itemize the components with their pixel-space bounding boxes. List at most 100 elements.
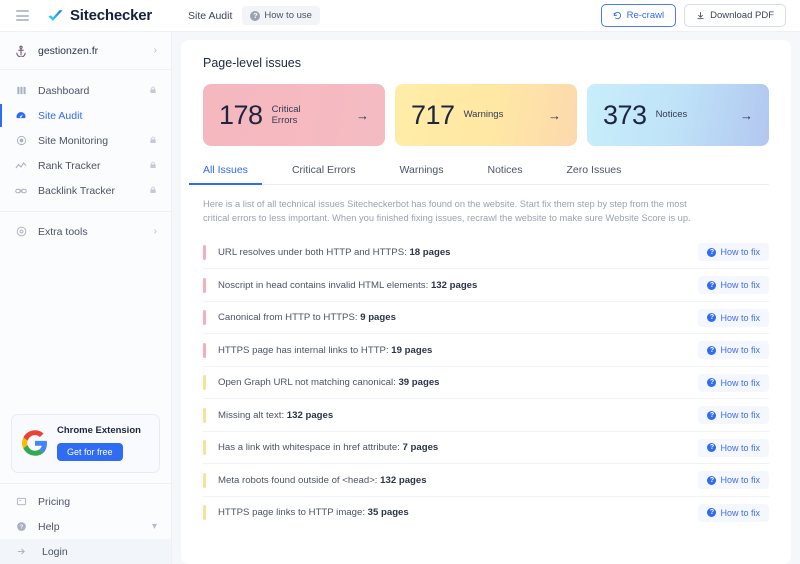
dashboard-icon bbox=[14, 85, 28, 96]
promo-body: Chrome Extension Get for free bbox=[57, 425, 141, 461]
table-row[interactable]: URL resolves under both HTTP and HTTPS: … bbox=[203, 236, 769, 269]
table-row[interactable]: Open Graph URL not matching canonical: 3… bbox=[203, 365, 769, 399]
lock-icon bbox=[149, 86, 157, 96]
recrawl-button[interactable]: Re-crawl bbox=[600, 4, 677, 27]
issue-tabs: All Issues Critical Errors Warnings Noti… bbox=[189, 164, 769, 185]
how-to-fix-button[interactable]: ? How to fix bbox=[698, 438, 769, 457]
sidebar-site-selector[interactable]: gestionzen.fr › bbox=[0, 32, 171, 70]
question-icon: ? bbox=[707, 443, 717, 453]
issue-title-text: HTTPS page has internal links to HTTP: bbox=[218, 344, 389, 356]
issue-count: 19 pages bbox=[391, 344, 433, 356]
issue-title: Missing alt text: 132 pages bbox=[218, 410, 333, 421]
nav-link-site-audit[interactable]: Site Audit bbox=[188, 10, 232, 22]
sidebar-item-label: Extra tools bbox=[38, 225, 88, 238]
how-to-fix-button[interactable]: ? How to fix bbox=[698, 471, 769, 490]
sidebar: gestionzen.fr › Dashboard Site Audit Sit… bbox=[0, 32, 172, 564]
question-icon: ? bbox=[707, 475, 717, 485]
issue-title-text: Meta robots found outside of <head>: bbox=[218, 474, 378, 486]
sidebar-footer: Pricing ? Help ▾ Login bbox=[0, 483, 171, 564]
sidebar-item-help[interactable]: ? Help ▾ bbox=[0, 514, 171, 539]
question-icon: ? bbox=[707, 247, 717, 257]
arrow-right-icon: → bbox=[548, 107, 561, 123]
get-for-free-button[interactable]: Get for free bbox=[57, 443, 123, 461]
tab-zero-issues[interactable]: Zero Issues bbox=[567, 164, 622, 184]
table-row[interactable]: Noscript in head contains invalid HTML e… bbox=[203, 268, 769, 301]
pricing-icon bbox=[14, 496, 28, 507]
top-bar-actions: Re-crawl Download PDF bbox=[600, 4, 786, 27]
how-to-fix-button[interactable]: ? How to fix bbox=[698, 373, 769, 392]
issue-count: 132 pages bbox=[430, 279, 478, 291]
how-to-fix-label: How to fix bbox=[720, 410, 760, 421]
severity-marker-icon bbox=[203, 440, 206, 456]
how-to-fix-button[interactable]: ? How to fix bbox=[698, 341, 769, 360]
google-logo-icon bbox=[22, 430, 47, 456]
tab-warnings[interactable]: Warnings bbox=[400, 164, 444, 184]
severity-marker-icon bbox=[203, 244, 206, 260]
issue-title-text: Open Graph URL not matching canonical: bbox=[218, 377, 396, 389]
issue-title: Canonical from HTTP to HTTPS: 9 pages bbox=[218, 312, 396, 323]
how-to-fix-button[interactable]: ? How to fix bbox=[698, 308, 769, 327]
top-bar: Sitechecker Site Audit ? How to use Re-c… bbox=[0, 0, 800, 32]
how-to-fix-label: How to fix bbox=[720, 475, 760, 486]
chevron-right-icon: › bbox=[153, 45, 157, 56]
issues-panel: Page-level issues 178 Critical Errors → … bbox=[181, 40, 791, 564]
how-to-use-button[interactable]: ? How to use bbox=[242, 6, 320, 25]
hamburger-icon[interactable] bbox=[16, 10, 29, 21]
arrow-right-icon: → bbox=[740, 107, 753, 123]
sidebar-item-backlink-tracker[interactable]: Backlink Tracker bbox=[0, 178, 171, 203]
issue-title: Open Graph URL not matching canonical: 3… bbox=[218, 377, 440, 388]
how-to-fix-button[interactable]: ? How to fix bbox=[698, 406, 769, 425]
card-number: 373 bbox=[603, 99, 647, 130]
backlink-tracker-icon bbox=[14, 185, 28, 197]
tab-notices[interactable]: Notices bbox=[488, 164, 523, 184]
severity-marker-icon bbox=[203, 375, 206, 391]
site-audit-icon bbox=[14, 110, 28, 122]
download-icon bbox=[697, 12, 704, 20]
how-to-fix-button[interactable]: ? How to fix bbox=[698, 276, 769, 295]
question-icon: ? bbox=[707, 345, 717, 355]
sidebar-site-name: gestionzen.fr bbox=[38, 44, 99, 57]
sidebar-extra-group: Extra tools › bbox=[0, 212, 171, 244]
how-to-fix-label: How to fix bbox=[720, 507, 760, 518]
issue-count: 35 pages bbox=[367, 507, 409, 519]
table-row[interactable]: Canonical from HTTP to HTTPS: 9 pages ? H… bbox=[203, 300, 769, 334]
table-row[interactable]: Meta robots found outside of <head>: 132… bbox=[203, 463, 769, 496]
rank-tracker-icon bbox=[14, 160, 28, 172]
how-to-fix-button[interactable]: ? How to fix bbox=[698, 503, 769, 522]
how-to-fix-button[interactable]: ? How to fix bbox=[698, 243, 769, 262]
download-pdf-button[interactable]: Download PDF bbox=[684, 4, 786, 27]
table-row[interactable]: HTTPS page links to HTTP image: 35 pages… bbox=[203, 495, 769, 529]
summary-card-warnings[interactable]: 717 Warnings → bbox=[395, 84, 577, 146]
sidebar-item-site-audit[interactable]: Site Audit bbox=[0, 103, 171, 128]
tab-critical-errors[interactable]: Critical Errors bbox=[292, 164, 356, 184]
extra-tools-icon bbox=[14, 226, 28, 237]
issue-title-text: URL resolves under both HTTP and HTTPS: bbox=[218, 246, 407, 258]
issue-title: URL resolves under both HTTP and HTTPS: … bbox=[218, 247, 451, 258]
how-to-fix-label: How to fix bbox=[720, 247, 760, 258]
sidebar-item-login[interactable]: Login bbox=[0, 539, 171, 564]
how-to-fix-label: How to fix bbox=[720, 312, 760, 323]
issue-count: 39 pages bbox=[398, 377, 440, 389]
question-icon: ? bbox=[707, 378, 717, 388]
sidebar-item-label: Dashboard bbox=[38, 84, 90, 97]
table-row[interactable]: HTTPS page has internal links to HTTP: 1… bbox=[203, 333, 769, 366]
issue-title-text: HTTPS page links to HTTP image: bbox=[218, 507, 365, 519]
issue-title: Noscript in head contains invalid HTML e… bbox=[218, 280, 477, 291]
tab-all-issues[interactable]: All Issues bbox=[189, 164, 262, 185]
issue-title: Has a link with whitespace in href attri… bbox=[218, 442, 438, 453]
sidebar-item-site-monitoring[interactable]: Site Monitoring bbox=[0, 128, 171, 153]
summary-card-critical-errors[interactable]: 178 Critical Errors → bbox=[203, 84, 385, 146]
sidebar-item-rank-tracker[interactable]: Rank Tracker bbox=[0, 153, 171, 178]
table-row[interactable]: Has a link with whitespace in href attri… bbox=[203, 430, 769, 464]
question-icon: ? bbox=[250, 10, 261, 21]
issue-title: Meta robots found outside of <head>: 132… bbox=[218, 475, 427, 486]
sidebar-item-pricing[interactable]: Pricing bbox=[0, 489, 171, 514]
summary-card-notices[interactable]: 373 Notices → bbox=[587, 84, 769, 146]
sidebar-item-extra-tools[interactable]: Extra tools › bbox=[0, 219, 171, 244]
brand-logo[interactable]: Sitechecker bbox=[47, 7, 152, 24]
sidebar-item-dashboard[interactable]: Dashboard bbox=[0, 78, 171, 103]
chrome-extension-promo: Chrome Extension Get for free bbox=[11, 414, 160, 473]
issue-title-text: Has a link with whitespace in href attri… bbox=[218, 442, 400, 454]
table-row[interactable]: Missing alt text: 132 pages ? How to fix bbox=[203, 398, 769, 431]
